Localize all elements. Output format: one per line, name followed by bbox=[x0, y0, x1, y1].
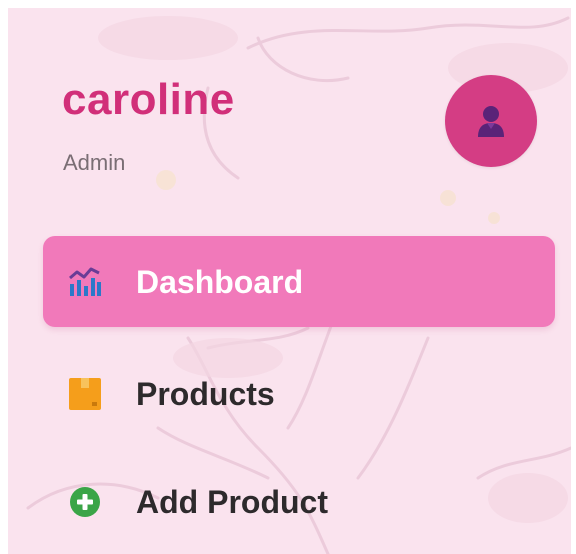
sidebar-item-label: Dashboard bbox=[136, 263, 304, 300]
plus-circle-icon bbox=[66, 483, 104, 521]
sidebar-item-dashboard[interactable]: Dashboard bbox=[43, 236, 555, 327]
user-avatar-icon bbox=[478, 106, 504, 137]
user-role: Admin bbox=[63, 150, 126, 175]
sidebar-item-label: Add Product bbox=[136, 483, 328, 520]
avatar[interactable] bbox=[445, 75, 537, 167]
sidebar-item-add-product[interactable]: Add Product bbox=[43, 456, 555, 547]
sidebar-item-label: Products bbox=[136, 375, 275, 412]
package-icon bbox=[66, 375, 104, 413]
username: caroline bbox=[62, 75, 235, 124]
chart-icon bbox=[66, 263, 104, 301]
sidebar-panel: caroline Admin Dashboard Products Add Pr… bbox=[8, 8, 571, 554]
sidebar-item-products[interactable]: Products bbox=[43, 348, 555, 439]
user-profile: caroline Admin bbox=[8, 8, 571, 208]
